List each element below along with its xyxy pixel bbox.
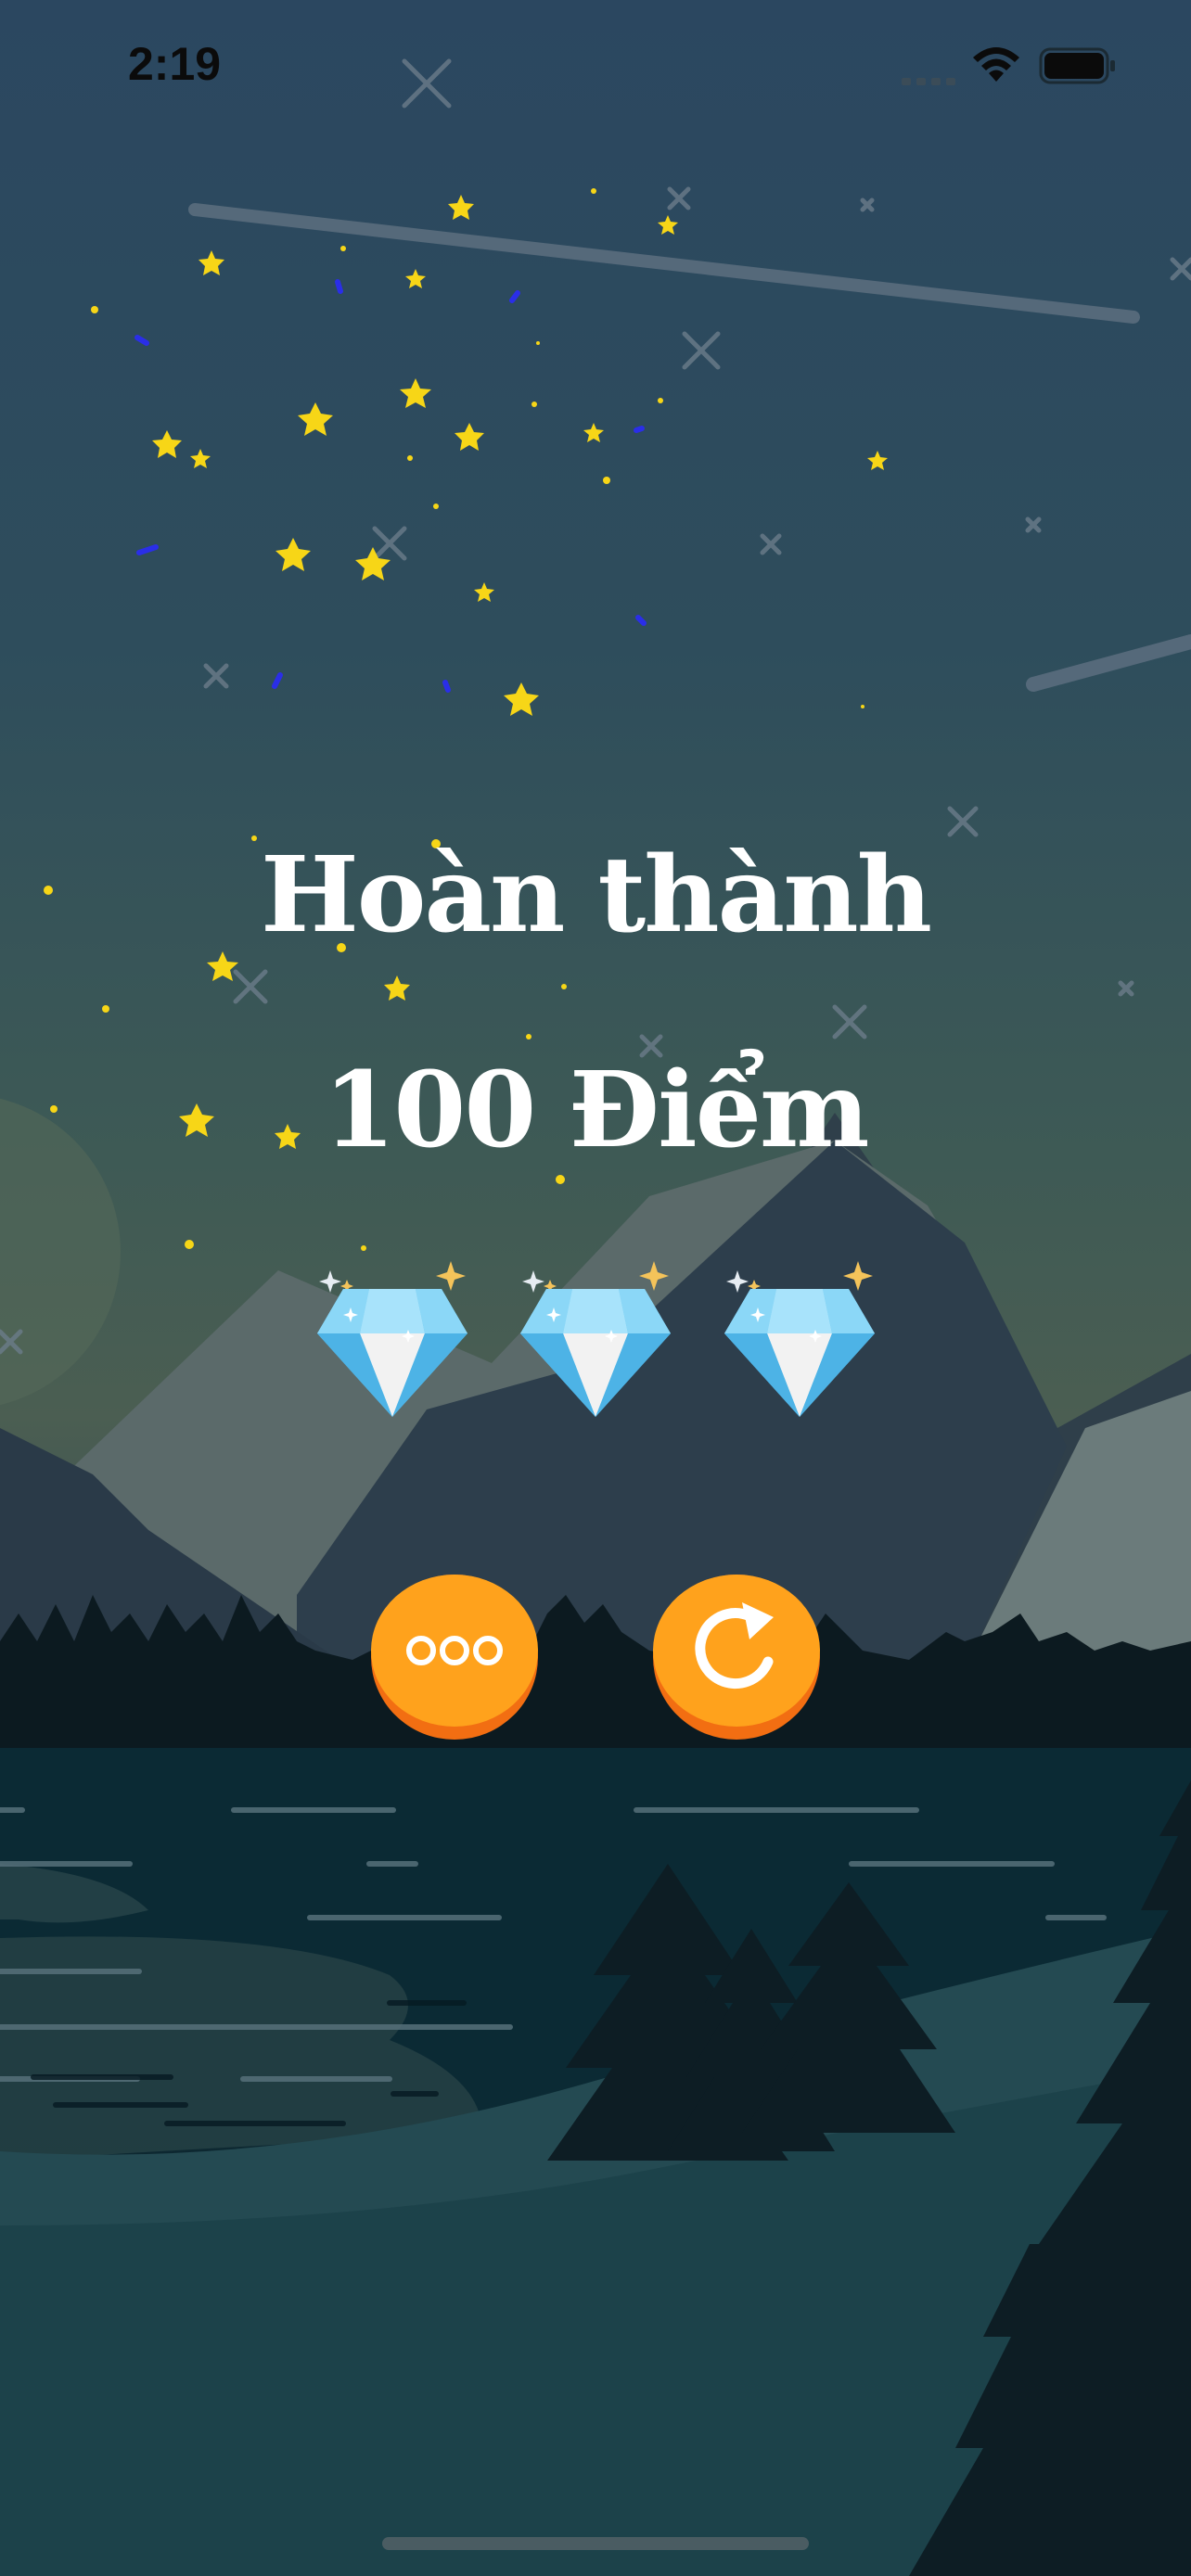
battery-icon [1039,47,1115,84]
diamond-icon [724,1261,875,1417]
diamond-icon [317,1261,467,1417]
status-bar: 2:19 [0,0,1191,139]
more-dots-icon [406,1636,503,1665]
score-label: 100 Điểm [323,1050,870,1171]
replay-icon [695,1602,774,1690]
menu-button[interactable] [371,1575,538,1740]
home-indicator[interactable] [382,2537,809,2550]
replay-button[interactable] [653,1575,820,1740]
completion-title: Hoàn thành [260,835,932,956]
status-time: 2:19 [128,38,222,90]
level-complete-screen: 2:19 Hoàn thành 100 Điểm [0,0,1191,2576]
diamond-icon [520,1261,671,1417]
cellular-signal-icon [902,78,955,85]
wifi-icon [973,47,1019,82]
